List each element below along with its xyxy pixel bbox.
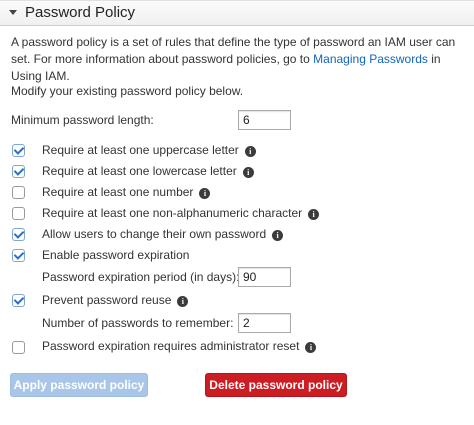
lowercase-label: Require at least one lowercase letter (42, 164, 237, 178)
admin-reset-option: Password expiration requires administrat… (42, 339, 317, 353)
admin-reset-label: Password expiration requires administrat… (42, 339, 300, 353)
panel-header[interactable]: Password Policy (0, 0, 474, 26)
info-icon[interactable]: i (199, 188, 211, 199)
min-length-input[interactable] (238, 110, 291, 130)
uppercase-checkbox[interactable] (12, 144, 25, 157)
admin-reset-checkbox[interactable] (12, 341, 25, 354)
min-length-label: Minimum password length: (11, 113, 154, 127)
enable-expiration-label: Enable password expiration (42, 248, 190, 262)
number-label: Require at least one number (42, 185, 194, 199)
uppercase-label: Require at least one uppercase letter (42, 143, 239, 157)
panel-title: Password Policy (25, 4, 136, 21)
info-icon[interactable]: i (272, 230, 284, 241)
non-alphanumeric-option: Require at least one non-alphanumeric ch… (42, 206, 320, 220)
expiration-period-input[interactable] (238, 267, 291, 287)
lowercase-checkbox[interactable] (12, 165, 25, 178)
prevent-reuse-option: Prevent password reuse i (42, 293, 189, 307)
enable-expiration-checkbox[interactable] (12, 249, 25, 262)
info-icon[interactable]: i (305, 342, 317, 353)
reuse-count-label: Number of passwords to remember: (42, 316, 234, 330)
reuse-count-input[interactable] (238, 313, 291, 333)
uppercase-option: Require at least one uppercase letter i (42, 143, 256, 157)
info-icon[interactable]: i (308, 209, 320, 220)
info-icon[interactable]: i (177, 296, 189, 307)
allow-change-option: Allow users to change their own password… (42, 227, 284, 241)
modify-instructions: Modify your existing password policy bel… (11, 84, 244, 98)
allow-change-label: Allow users to change their own password (42, 227, 267, 241)
number-option: Require at least one number i (42, 185, 211, 199)
apply-policy-button[interactable]: Apply password policy (10, 373, 148, 397)
non-alphanumeric-checkbox[interactable] (12, 207, 25, 220)
delete-policy-button[interactable]: Delete password policy (205, 373, 347, 397)
prevent-reuse-label: Prevent password reuse (42, 293, 172, 307)
info-icon[interactable]: i (244, 146, 256, 157)
allow-change-checkbox[interactable] (12, 228, 25, 241)
managing-passwords-link[interactable]: Managing Passwords (313, 52, 428, 66)
enable-expiration-option: Enable password expiration (42, 248, 189, 262)
intro-text: A password policy is a set of rules that… (11, 34, 466, 85)
prevent-reuse-checkbox[interactable] (12, 294, 25, 307)
expiration-period-label: Password expiration period (in days): (42, 270, 240, 284)
non-alphanumeric-label: Require at least one non-alphanumeric ch… (42, 206, 303, 220)
lowercase-option: Require at least one lowercase letter i (42, 164, 254, 178)
number-checkbox[interactable] (12, 186, 25, 199)
caret-down-icon[interactable] (9, 10, 17, 15)
info-icon[interactable]: i (242, 167, 254, 178)
